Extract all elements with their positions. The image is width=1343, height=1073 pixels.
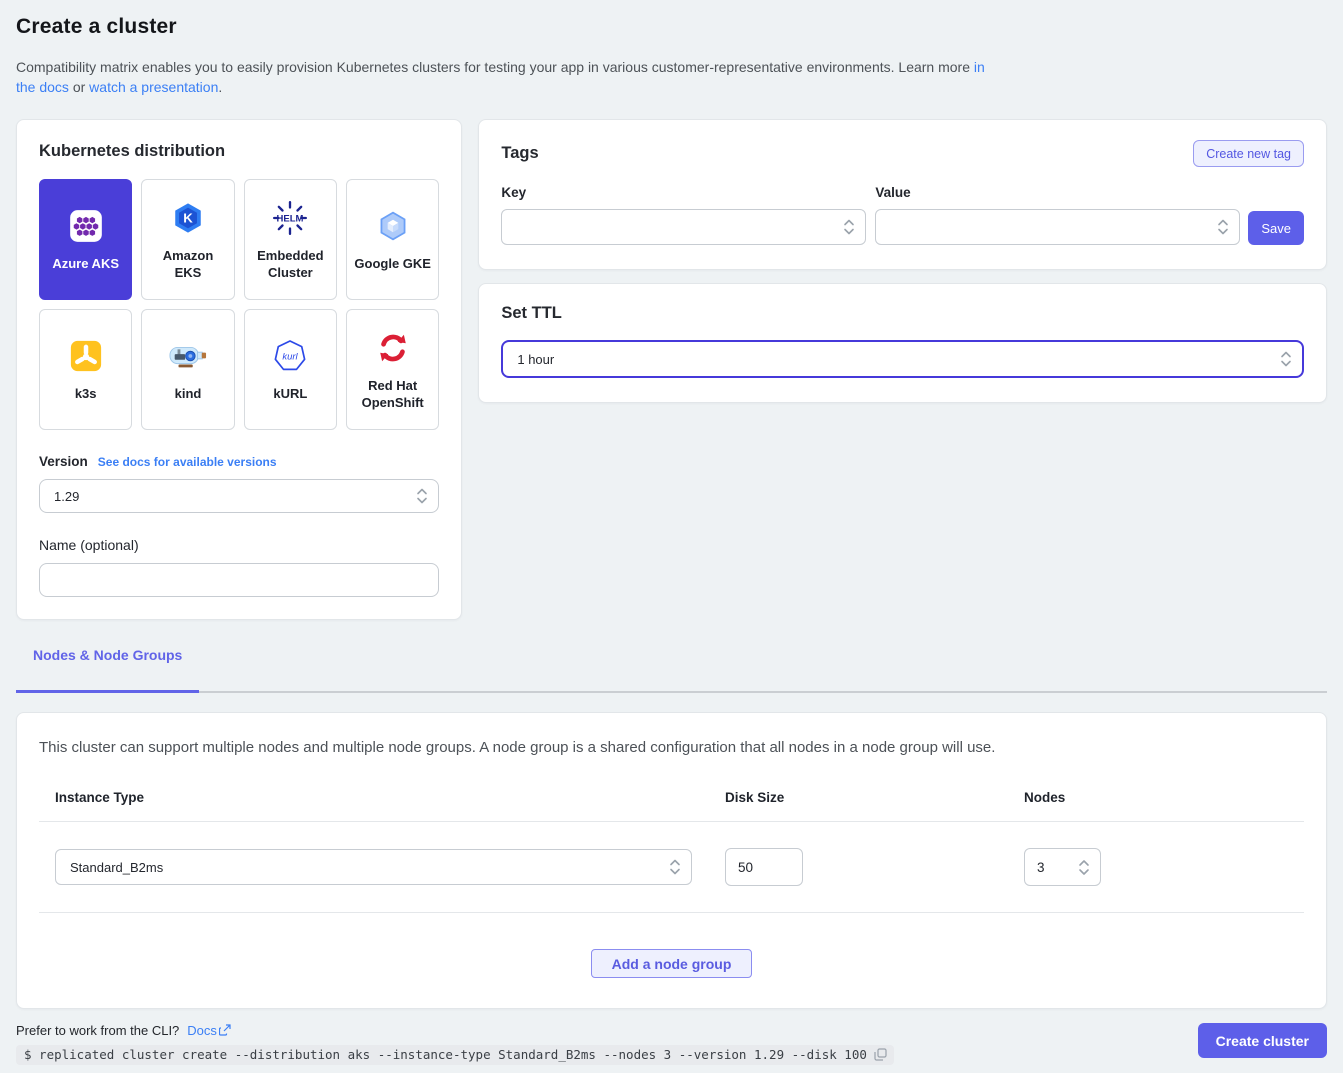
page-description: Compatibility matrix enables you to easi… bbox=[16, 57, 1001, 97]
tags-title: Tags bbox=[501, 144, 538, 163]
instance-type-value: Standard_B2ms bbox=[70, 860, 163, 875]
helm-icon: HELM bbox=[271, 199, 309, 237]
tile-embedded-cluster[interactable]: HELM Embedded Cluster bbox=[244, 179, 337, 300]
column-header-nodes: Nodes bbox=[1024, 790, 1304, 805]
distribution-title: Kubernetes distribution bbox=[39, 142, 439, 161]
openshift-icon bbox=[374, 329, 412, 367]
ttl-select-value: 1 hour bbox=[517, 352, 554, 367]
tab-label: Nodes & Node Groups bbox=[33, 647, 182, 663]
ttl-select[interactable]: 1 hour bbox=[501, 340, 1304, 378]
node-group-row: Standard_B2ms 3 bbox=[39, 822, 1304, 912]
cli-command-block: $ replicated cluster create --distributi… bbox=[16, 1045, 894, 1065]
distribution-tile-grid: Azure AKS K Amazon EKS bbox=[39, 179, 439, 430]
kubernetes-distribution-card: Kubernetes distribution bbox=[16, 119, 462, 620]
tile-label: Google GKE bbox=[354, 255, 431, 272]
cli-command-text: $ replicated cluster create --distributi… bbox=[24, 1047, 867, 1062]
tile-label: k3s bbox=[75, 385, 97, 402]
tile-kind[interactable]: kind bbox=[141, 309, 234, 430]
kind-icon bbox=[169, 337, 207, 375]
footer: Prefer to work from the CLI? Docs $ repl… bbox=[16, 1023, 1327, 1065]
nodes-stepper[interactable]: 3 bbox=[1024, 848, 1101, 886]
tile-label: Embedded Cluster bbox=[251, 247, 330, 281]
version-docs-link[interactable]: See docs for available versions bbox=[98, 455, 277, 469]
amazon-eks-icon: K bbox=[169, 199, 207, 237]
version-select-value: 1.29 bbox=[54, 489, 79, 504]
create-new-tag-button[interactable]: Create new tag bbox=[1193, 140, 1304, 167]
ttl-title: Set TTL bbox=[501, 304, 1304, 323]
tile-kurl[interactable]: kurl kURL bbox=[244, 309, 337, 430]
add-node-group-button[interactable]: Add a node group bbox=[591, 949, 753, 978]
tile-label: Amazon EKS bbox=[148, 247, 227, 281]
tile-label: Red Hat OpenShift bbox=[353, 377, 432, 411]
page-title: Create a cluster bbox=[16, 15, 1327, 39]
cli-prompt-text: Prefer to work from the CLI? bbox=[16, 1023, 179, 1038]
tile-redhat-openshift[interactable]: Red Hat OpenShift bbox=[346, 309, 439, 430]
tags-card: Tags Create new tag Key Value bbox=[478, 119, 1327, 270]
tag-key-select[interactable] bbox=[501, 209, 866, 245]
tag-value-select[interactable] bbox=[875, 209, 1240, 245]
create-cluster-page: Create a cluster Compatibility matrix en… bbox=[0, 0, 1343, 1065]
external-link-icon bbox=[219, 1024, 231, 1036]
description-text: Compatibility matrix enables you to easi… bbox=[16, 59, 974, 75]
azure-aks-icon bbox=[67, 207, 105, 245]
cluster-name-input[interactable] bbox=[39, 563, 439, 597]
tile-azure-aks[interactable]: Azure AKS bbox=[39, 179, 132, 300]
svg-text:HELM: HELM bbox=[277, 213, 304, 224]
tab-nodes-node-groups[interactable]: Nodes & Node Groups bbox=[16, 647, 199, 691]
instance-type-select[interactable]: Standard_B2ms bbox=[55, 849, 692, 885]
node-groups-description: This cluster can support multiple nodes … bbox=[39, 739, 1304, 756]
k3s-icon bbox=[67, 337, 105, 375]
tile-label: kURL bbox=[273, 385, 307, 402]
tag-key-label: Key bbox=[501, 185, 866, 200]
google-gke-icon bbox=[374, 207, 412, 245]
nodes-value: 3 bbox=[1037, 860, 1045, 875]
tab-bar: Nodes & Node Groups bbox=[16, 647, 1327, 693]
tile-amazon-eks[interactable]: K Amazon EKS bbox=[141, 179, 234, 300]
disk-size-input[interactable] bbox=[725, 848, 803, 886]
tile-label: kind bbox=[175, 385, 202, 402]
tile-google-gke[interactable]: Google GKE bbox=[346, 179, 439, 300]
cluster-name-label: Name (optional) bbox=[39, 537, 439, 553]
kurl-icon: kurl bbox=[271, 337, 309, 375]
node-groups-table: Instance Type Disk Size Nodes Standard_B… bbox=[39, 790, 1304, 913]
version-select[interactable]: 1.29 bbox=[39, 479, 439, 513]
version-label: Version bbox=[39, 454, 88, 469]
watch-presentation-link[interactable]: watch a presentation bbox=[89, 79, 218, 95]
svg-text:K: K bbox=[183, 210, 193, 225]
svg-text:kurl: kurl bbox=[283, 352, 299, 363]
column-header-disk-size: Disk Size bbox=[725, 790, 1024, 805]
set-ttl-card: Set TTL 1 hour bbox=[478, 283, 1327, 403]
copy-icon[interactable] bbox=[874, 1048, 887, 1061]
tile-label: Azure AKS bbox=[52, 255, 119, 272]
save-tag-button[interactable]: Save bbox=[1248, 211, 1304, 245]
tag-value-label: Value bbox=[875, 185, 1240, 200]
cli-docs-link[interactable]: Docs bbox=[187, 1023, 231, 1038]
node-groups-card: This cluster can support multiple nodes … bbox=[16, 712, 1327, 1009]
table-divider bbox=[39, 912, 1304, 913]
column-header-instance-type: Instance Type bbox=[55, 790, 692, 805]
tile-k3s[interactable]: k3s bbox=[39, 309, 132, 430]
create-cluster-button[interactable]: Create cluster bbox=[1198, 1023, 1327, 1058]
